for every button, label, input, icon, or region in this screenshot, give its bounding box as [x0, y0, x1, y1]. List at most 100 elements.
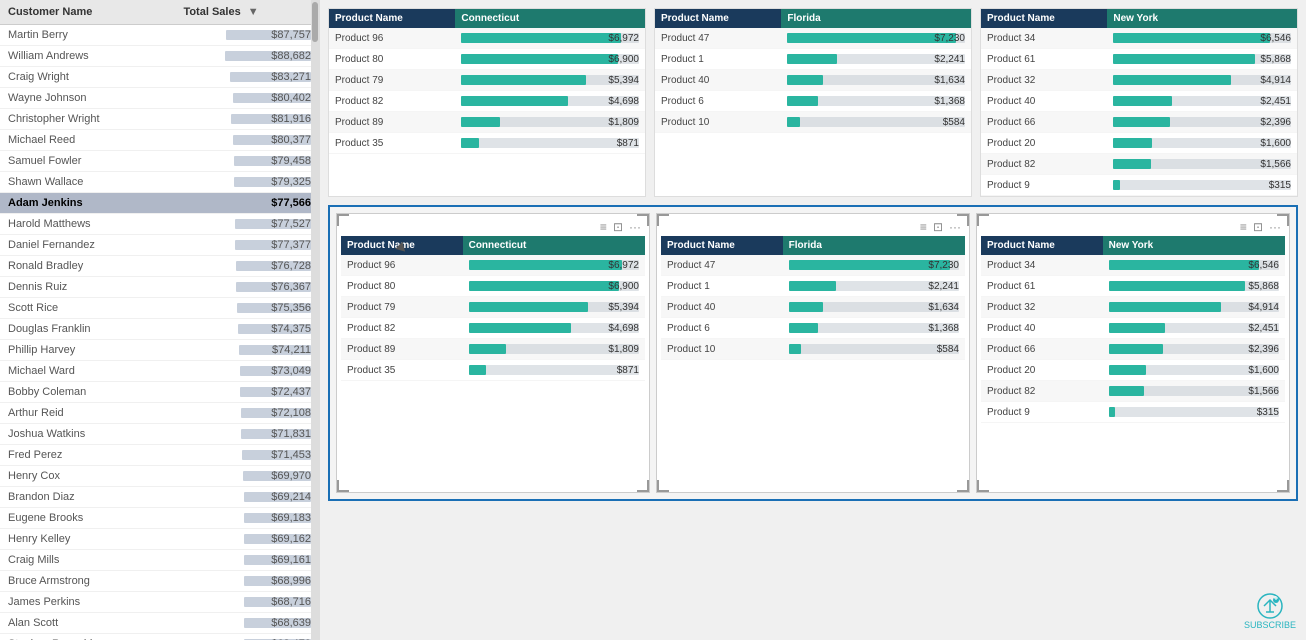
customer-sales-cell: $76,367: [175, 277, 319, 298]
value-header: New York: [1103, 236, 1285, 255]
list-item: Product 35$871: [329, 133, 645, 154]
table-row[interactable]: Phillip Harvey$74,211: [0, 340, 319, 361]
product-name-cell: Product 9: [981, 175, 1107, 196]
chart-table: Product NameConnecticutProduct 96$6,972P…: [341, 236, 645, 381]
more-icon[interactable]: ···: [1269, 220, 1281, 234]
total-sales-header[interactable]: Total Sales ▼: [175, 0, 319, 25]
left-panel: Customer Name Total Sales ▼ Martin Berry…: [0, 0, 320, 640]
list-item: Product 1$2,241: [661, 276, 965, 297]
more-icon[interactable]: ···: [949, 220, 961, 234]
scrollbar[interactable]: [311, 0, 319, 640]
value-cell: $4,914: [1107, 70, 1297, 91]
customer-sales-cell: $81,916: [175, 109, 319, 130]
table-row[interactable]: Henry Kelley$69,162: [0, 529, 319, 550]
list-item: Product 40$1,634: [655, 70, 971, 91]
table-row[interactable]: Bruce Armstrong$68,996: [0, 571, 319, 592]
customer-sales-cell: $80,377: [175, 130, 319, 151]
list-item: Product 79$5,394: [341, 297, 645, 318]
product-name-cell: Product 47: [661, 255, 783, 276]
chart-table: Product NameFloridaProduct 47$7,230Produ…: [655, 9, 971, 133]
customer-name-cell: Joshua Watkins: [0, 424, 175, 445]
value-header: Florida: [781, 9, 971, 28]
table-row[interactable]: Michael Ward$73,049: [0, 361, 319, 382]
table-row[interactable]: Craig Wright$83,271: [0, 67, 319, 88]
value-cell: $1,566: [1103, 381, 1285, 402]
value-cell: $6,900: [463, 276, 645, 297]
bottom-chart-card: ≡⊡···Product NameFloridaProduct 47$7,230…: [656, 213, 970, 493]
table-row[interactable]: Daniel Fernandez$77,377: [0, 235, 319, 256]
value-cell: $6,972: [455, 28, 645, 49]
table-row[interactable]: Wayne Johnson$80,402: [0, 88, 319, 109]
table-row[interactable]: Eugene Brooks$69,183: [0, 508, 319, 529]
product-name-cell: Product 89: [329, 112, 455, 133]
customer-name-cell: Eugene Brooks: [0, 508, 175, 529]
product-name-cell: Product 10: [661, 339, 783, 360]
customer-sales-cell: $71,831: [175, 424, 319, 445]
customer-name-cell: Bruce Armstrong: [0, 571, 175, 592]
menu-icon[interactable]: ≡: [600, 220, 607, 234]
list-item: Product 82$4,698: [341, 318, 645, 339]
value-cell: $1,634: [781, 70, 971, 91]
table-row[interactable]: Dennis Ruiz$76,367: [0, 277, 319, 298]
subscribe-icon: [1256, 592, 1284, 620]
customer-name-cell: James Perkins: [0, 592, 175, 613]
product-name-cell: Product 66: [981, 339, 1103, 360]
value-cell: $5,394: [463, 297, 645, 318]
table-row[interactable]: Joshua Watkins$71,831: [0, 424, 319, 445]
customer-sales-cell: $69,161: [175, 550, 319, 571]
table-row[interactable]: Scott Rice$75,356: [0, 298, 319, 319]
chart-table: Product NameNew YorkProduct 34$6,546Prod…: [981, 236, 1285, 423]
list-item: Product 6$1,368: [655, 91, 971, 112]
value-cell: $4,698: [455, 91, 645, 112]
customer-sales-cell: $79,458: [175, 151, 319, 172]
menu-icon[interactable]: ≡: [920, 220, 927, 234]
menu-icon[interactable]: ≡: [1240, 220, 1247, 234]
table-row[interactable]: Douglas Franklin$74,375: [0, 319, 319, 340]
product-name-cell: Product 20: [981, 360, 1103, 381]
table-row[interactable]: Ronald Bradley$76,728: [0, 256, 319, 277]
table-row[interactable]: Craig Mills$69,161: [0, 550, 319, 571]
table-row[interactable]: Samuel Fowler$79,458: [0, 151, 319, 172]
table-row[interactable]: Christopher Wright$81,916: [0, 109, 319, 130]
value-cell: $1,368: [781, 91, 971, 112]
list-item: Product 89$1,809: [341, 339, 645, 360]
table-row[interactable]: Shawn Wallace$79,325: [0, 172, 319, 193]
table-row[interactable]: Harold Matthews$77,527: [0, 214, 319, 235]
more-icon[interactable]: ···: [629, 220, 641, 234]
expand-icon[interactable]: ⊡: [613, 220, 623, 234]
product-name-cell: Product 80: [341, 276, 463, 297]
product-name-cell: Product 35: [329, 133, 455, 154]
customer-sales-cell: $68,479: [175, 634, 319, 640]
bottom-chart-card: ≡ ⊡ ··· Product NameConnecticutProduct 96$6…: [336, 213, 650, 493]
table-row[interactable]: Stephen Reynolds$68,479: [0, 634, 319, 640]
product-name-cell: Product 40: [655, 70, 781, 91]
table-row[interactable]: Alan Scott$68,639: [0, 613, 319, 634]
table-row[interactable]: Arthur Reid$72,108: [0, 403, 319, 424]
value-cell: $2,241: [783, 276, 965, 297]
customer-name-cell: Ronald Bradley: [0, 256, 175, 277]
chart-table: Product NameConnecticutProduct 96$6,972P…: [329, 9, 645, 154]
table-row[interactable]: Bobby Coleman$72,437: [0, 382, 319, 403]
table-row[interactable]: Henry Cox$69,970: [0, 466, 319, 487]
table-row[interactable]: James Perkins$68,716: [0, 592, 319, 613]
corner-mark-br: [637, 480, 649, 492]
table-row[interactable]: Adam Jenkins$77,566: [0, 193, 319, 214]
customer-sales-cell: $87,757: [175, 25, 319, 46]
chart-toolbar: ≡ ⊡ ···: [341, 218, 645, 236]
expand-icon[interactable]: ⊡: [1253, 220, 1263, 234]
expand-icon[interactable]: ⊡: [933, 220, 943, 234]
product-name-cell: Product 96: [329, 28, 455, 49]
table-row[interactable]: Fred Perez$71,453: [0, 445, 319, 466]
table-row[interactable]: Brandon Diaz$69,214: [0, 487, 319, 508]
corner-mark-br: [1277, 480, 1289, 492]
table-row[interactable]: Martin Berry$87,757: [0, 25, 319, 46]
list-item: Product 79$5,394: [329, 70, 645, 91]
selection-box: ≡ ⊡ ··· Product NameConnecticutProduct 96$6…: [328, 205, 1298, 501]
subscribe-button[interactable]: SUBSCRIBE: [1244, 592, 1296, 630]
product-name-header: Product Name: [661, 236, 783, 255]
table-row[interactable]: Michael Reed$80,377: [0, 130, 319, 151]
customer-sales-cell: $69,162: [175, 529, 319, 550]
table-row[interactable]: William Andrews$88,682: [0, 46, 319, 67]
list-item: Product 1$2,241: [655, 49, 971, 70]
list-item: Product 80$6,900: [341, 276, 645, 297]
